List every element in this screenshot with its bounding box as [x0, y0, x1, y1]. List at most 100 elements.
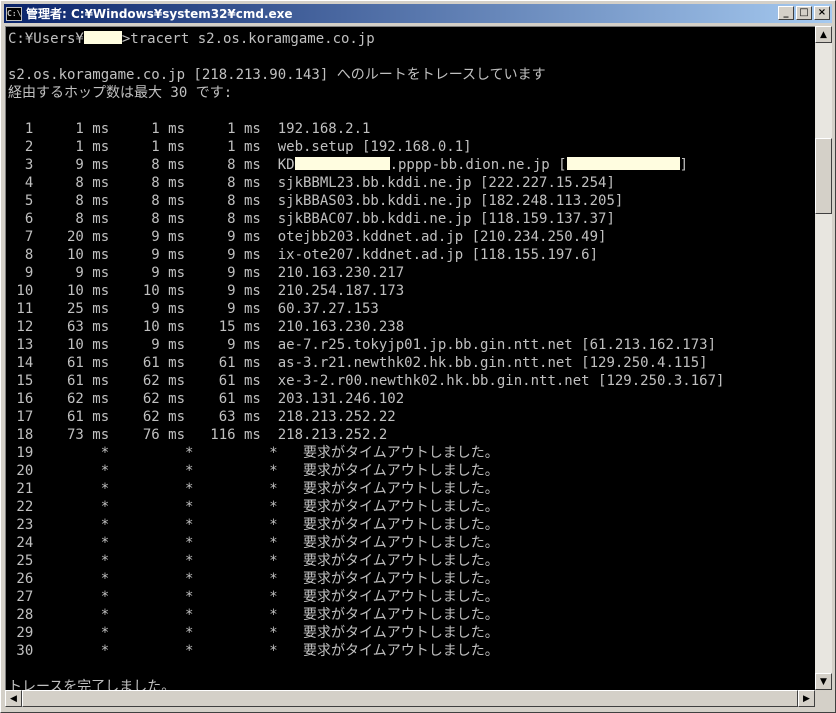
hop-host: 60.37.27.153 [277, 301, 379, 317]
max-hops-line: 経由するホップ数は最大 30 です: [8, 84, 724, 102]
hop-host: ix-ote207.kddnet.ad.jp [118.155.197.6] [277, 247, 599, 263]
title-bar[interactable]: C:\ 管理者: C:¥Windows¥system32¥cmd.exe _ □… [4, 4, 832, 23]
hop-host: 要求がタイムアウトしました。 [303, 445, 499, 461]
size-grip[interactable] [815, 690, 832, 707]
hop-times: 10 10 ms 10 ms 9 ms [8, 283, 278, 299]
hop-row: 6 8 ms 8 ms 8 ms sjkBBAC07.bb.kddi.ne.jp… [8, 210, 724, 228]
hop-host: 218.213.252.2 [277, 427, 388, 443]
hop-row: 3 9 ms 8 ms 8 ms KD .pppp-bb.dion.ne.jp [… [8, 156, 724, 174]
hop-row: 7 20 ms 9 ms 9 ms otejbb203.kddnet.ad.jp… [8, 228, 724, 246]
scroll-right-button[interactable]: ▶ [798, 690, 815, 707]
hop-host: 210.163.230.238 [277, 319, 405, 335]
hop-host: sjkBBAC07.bb.kddi.ne.jp [118.159.137.37] [277, 211, 615, 227]
scroll-left-button[interactable]: ◀ [5, 690, 22, 707]
hop-times: 29 * * * [8, 625, 304, 641]
hop-row: 10 10 ms 10 ms 9 ms 210.254.187.173 [8, 282, 724, 300]
hop-row: 29 * * * 要求がタイムアウトしました。 [8, 624, 724, 642]
hop-row: 9 9 ms 9 ms 9 ms 210.163.230.217 [8, 264, 724, 282]
hop-host: 要求がタイムアウトしました。 [303, 571, 499, 587]
redacted-ip [566, 157, 680, 170]
hop-times: 14 61 ms 61 ms 61 ms [8, 355, 278, 371]
hop-row: 25 * * * 要求がタイムアウトしました。 [8, 552, 724, 570]
console-text: C:¥Users¥ >tracert s2.os.koramgame.co.jp s… [8, 30, 724, 690]
hop-host: 要求がタイムアウトしました。 [303, 589, 499, 605]
hop-times: 27 * * * [8, 589, 304, 605]
hop-times: 15 61 ms 62 ms 61 ms [8, 373, 278, 389]
hop-row: 8 10 ms 9 ms 9 ms ix-ote207.kddnet.ad.jp… [8, 246, 724, 264]
hop-host: 210.163.230.217 [277, 265, 405, 281]
max-hops-text: 経由するホップ数は最大 30 です: [8, 85, 233, 101]
hop-times: 6 8 ms 8 ms 8 ms [8, 211, 278, 227]
window-title: 管理者: C:¥Windows¥system32¥cmd.exe [26, 7, 293, 21]
hop-row: 27 * * * 要求がタイムアウトしました。 [8, 588, 724, 606]
hop-host: 要求がタイムアウトしました。 [303, 481, 499, 497]
maximize-button[interactable]: □ [796, 6, 812, 20]
hop-times: 25 * * * [8, 553, 304, 569]
command-text: >tracert s2.os.koramgame.co.jp [121, 31, 375, 47]
hop-host: 要求がタイムアウトしました。 [303, 625, 499, 641]
hop-row: 22 * * * 要求がタイムアウトしました。 [8, 498, 724, 516]
hop-times: 30 * * * [8, 643, 304, 659]
horizontal-scroll-thumb[interactable] [22, 690, 798, 707]
hop-times: 23 * * * [8, 517, 304, 533]
hop-times: 13 10 ms 9 ms 9 ms [8, 337, 278, 353]
hop-row: 14 61 ms 61 ms 61 ms as-3.r21.newthk02.h… [8, 354, 724, 372]
hop-host: 要求がタイムアウトしました。 [303, 463, 499, 479]
hop-row: 13 10 ms 9 ms 9 ms ae-7.r25.tokyjp01.jp.… [8, 336, 724, 354]
prompt-path: C:¥Users¥ [8, 31, 84, 47]
redacted-username [83, 31, 122, 44]
hop-host: 要求がタイムアウトしました。 [303, 517, 499, 533]
hop-times: 18 73 ms 76 ms 116 ms [8, 427, 278, 443]
hop-times: 12 63 ms 10 ms 15 ms [8, 319, 278, 335]
horizontal-scrollbar[interactable]: ◀ ▶ [5, 690, 815, 707]
hop-row: 20 * * * 要求がタイムアウトしました。 [8, 462, 724, 480]
hop-times: 21 * * * [8, 481, 304, 497]
hop-row: 19 * * * 要求がタイムアウトしました。 [8, 444, 724, 462]
hop-host: sjkBBAS03.bb.kddi.ne.jp [182.248.113.205… [277, 193, 624, 209]
command-line: C:¥Users¥ >tracert s2.os.koramgame.co.jp [8, 30, 724, 48]
hop-host: 要求がタイムアウトしました。 [303, 607, 499, 623]
hop-host: 203.131.246.102 [277, 391, 405, 407]
vertical-scrollbar[interactable]: ▲ ▼ [815, 26, 832, 690]
hop-times: 2 1 ms 1 ms 1 ms [8, 139, 278, 155]
scroll-up-button[interactable]: ▲ [815, 26, 832, 43]
console-output[interactable]: C:¥Users¥ >tracert s2.os.koramgame.co.jp s… [5, 26, 815, 690]
cmd-window: C:\ 管理者: C:¥Windows¥system32¥cmd.exe _ □… [0, 0, 836, 713]
scroll-down-button[interactable]: ▼ [815, 673, 832, 690]
hop-times: 4 8 ms 8 ms 8 ms [8, 175, 278, 191]
hop-times: 1 1 ms 1 ms 1 ms [8, 121, 278, 137]
minimize-button[interactable]: _ [778, 6, 794, 20]
trace-header-text: s2.os.koramgame.co.jp [218.213.90.143] へ… [8, 67, 546, 83]
cmd-icon[interactable]: C:\ [6, 6, 22, 21]
hop-host: 192.168.2.1 [277, 121, 371, 137]
hop-times: 22 * * * [8, 499, 304, 515]
hop-times: 20 * * * [8, 463, 304, 479]
hop-host: KD [277, 157, 295, 173]
close-button[interactable]: × [814, 6, 830, 20]
trace-header: s2.os.koramgame.co.jp [218.213.90.143] へ… [8, 66, 724, 84]
title-buttons: _ □ × [776, 6, 830, 20]
hop-times: 19 * * * [8, 445, 304, 461]
vertical-scroll-thumb[interactable] [815, 138, 832, 214]
hop-host: 要求がタイムアウトしました。 [303, 643, 499, 659]
hop-times: 26 * * * [8, 571, 304, 587]
hop-times: 24 * * * [8, 535, 304, 551]
hop-host: ae-7.r25.tokyjp01.jp.bb.gin.ntt.net [61.… [277, 337, 717, 353]
hop-row: 1 1 ms 1 ms 1 ms 192.168.2.1 [8, 120, 724, 138]
hop-host: 要求がタイムアウトしました。 [303, 553, 499, 569]
trace-complete-text: トレースを完了しました。 [8, 679, 176, 690]
hop-times: 17 61 ms 62 ms 63 ms [8, 409, 278, 425]
hop-host: 要求がタイムアウトしました。 [303, 499, 499, 515]
hop-row: 23 * * * 要求がタイムアウトしました。 [8, 516, 724, 534]
hop-times: 11 25 ms 9 ms 9 ms [8, 301, 278, 317]
hop-row: 18 73 ms 76 ms 116 ms 218.213.252.2 [8, 426, 724, 444]
redacted-hostname [294, 157, 390, 170]
hop-times: 9 9 ms 9 ms 9 ms [8, 265, 278, 281]
hop-row: 17 61 ms 62 ms 63 ms 218.213.252.22 [8, 408, 724, 426]
hop-row: 12 63 ms 10 ms 15 ms 210.163.230.238 [8, 318, 724, 336]
hop-times: 16 62 ms 62 ms 61 ms [8, 391, 278, 407]
hop-host-domain: .pppp-bb.dion.ne.jp [ [389, 157, 567, 173]
hop-row: 2 1 ms 1 ms 1 ms web.setup [192.168.0.1] [8, 138, 724, 156]
hop-times: 3 9 ms 8 ms 8 ms [8, 157, 278, 173]
